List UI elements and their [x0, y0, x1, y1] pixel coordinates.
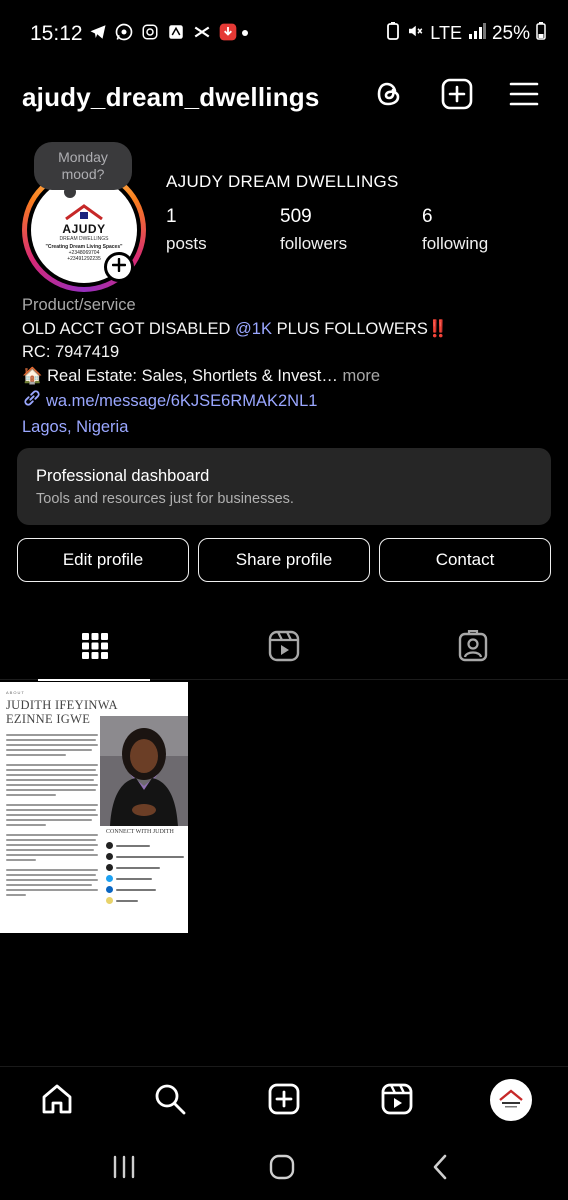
reels-icon [268, 630, 300, 667]
bio-link[interactable]: wa.me/message/6KJSE6RMAK2NL1 [22, 388, 552, 416]
bio-more-link[interactable]: more [342, 367, 380, 385]
back-button[interactable] [420, 1152, 460, 1186]
bio-link-text: wa.me/message/6KJSE6RMAK2NL1 [46, 392, 318, 410]
home-circle-icon [269, 1154, 295, 1185]
house-logo-icon [65, 204, 103, 220]
post-contact-list [106, 840, 186, 906]
instagram-icon [140, 22, 160, 42]
post-about-label: ABOUT [6, 690, 25, 695]
more-notifications-dot [242, 30, 248, 36]
bio-line-3: 🏠 Real Estate: Sales, Shortlets & Invest… [22, 366, 381, 385]
back-chevron-icon [430, 1154, 450, 1185]
bio-location[interactable]: Lagos, Nigeria [22, 416, 552, 440]
house-logo-icon [499, 1089, 523, 1101]
professional-dashboard[interactable]: Professional dashboard Tools and resourc… [17, 448, 551, 525]
share-profile-button[interactable]: Share profile [198, 538, 370, 582]
reels-icon [381, 1083, 413, 1120]
nav-home[interactable] [37, 1081, 77, 1121]
battery-saver-icon [386, 22, 400, 45]
avatar-brand: AJUDY [62, 222, 106, 236]
add-story-button[interactable] [104, 252, 134, 282]
bio-mention[interactable]: @1K [235, 320, 272, 338]
nav-profile-avatar[interactable] [490, 1079, 532, 1121]
plus-square-icon [441, 78, 473, 115]
post-thumbnail[interactable]: ABOUT JUDITH IFEYINWA EZINNE IGWE CONNEC… [0, 682, 188, 933]
bio-line-2: RC: 7947419 [22, 343, 120, 361]
search-icon [153, 1082, 187, 1121]
threads-icon [374, 79, 404, 114]
posts-label: posts [166, 234, 207, 253]
plus-icon [111, 257, 127, 277]
tagged-user-icon [457, 629, 489, 667]
system-navigation [0, 1134, 568, 1200]
bio: Product/service OLD ACCT GOT DISABLED @1… [22, 294, 552, 439]
following-count: 6 [422, 206, 433, 227]
followers-label: followers [280, 234, 348, 253]
signal-icon [468, 23, 486, 44]
nav-search[interactable] [150, 1081, 190, 1121]
active-tab-indicator [38, 679, 150, 681]
grid-icon [81, 632, 109, 665]
notification-icons [88, 22, 238, 42]
post-contact-title: CONNECT WITH JUDITH [106, 829, 174, 835]
nav-create[interactable] [264, 1081, 304, 1121]
stat-following[interactable]: 6 following [422, 206, 488, 254]
tab-grid[interactable] [0, 616, 189, 681]
link-icon [22, 388, 42, 416]
tab-tagged[interactable] [378, 616, 567, 680]
capcut-icon [192, 22, 212, 42]
profile-header: ajudy_dream_dwellings [0, 68, 568, 126]
create-button[interactable] [437, 76, 477, 116]
app-icon [166, 22, 186, 42]
stat-followers[interactable]: 509 followers [280, 206, 347, 254]
bottom-navigation [0, 1066, 568, 1134]
recent-apps-icon [111, 1155, 137, 1184]
network-label: LTE [430, 23, 462, 43]
status-bar: 15:12 LTE 25% [0, 0, 568, 68]
double-exclamation-emoji: ‼️ [427, 319, 449, 338]
dashboard-title: Professional dashboard [36, 467, 210, 485]
avatar-phone: +23491292235 [67, 256, 101, 262]
post-portrait-photo [100, 716, 188, 826]
hamburger-menu-icon [509, 81, 539, 112]
home-button[interactable] [262, 1152, 302, 1186]
home-icon [40, 1082, 74, 1121]
logo-text-lines [502, 1102, 520, 1108]
plus-square-icon [268, 1083, 300, 1120]
battery-icon [536, 22, 546, 45]
status-time: 15:12 [30, 22, 83, 45]
recent-apps-button[interactable] [104, 1152, 144, 1186]
tab-reels[interactable] [189, 616, 378, 680]
bio-line-1: OLD ACCT GOT DISABLED @1K PLUS FOLLOWERS… [22, 319, 449, 338]
note-bubble[interactable]: Monday mood? [34, 142, 132, 198]
whatsapp-icon [114, 22, 134, 42]
avatar-sub: DREAM DWELLINGS [59, 236, 109, 242]
system-status: LTE 25% [386, 22, 546, 45]
note-text: Monday mood? [58, 149, 108, 182]
menu-button[interactable] [504, 76, 544, 116]
mute-icon [406, 22, 424, 45]
display-name: AJUDY DREAM DWELLINGS [166, 172, 399, 191]
house-emoji: 🏠 [22, 366, 43, 385]
contact-button[interactable]: Contact [379, 538, 551, 582]
threads-button[interactable] [369, 76, 409, 116]
bio-category: Product/service [22, 296, 136, 314]
posts-count: 1 [166, 206, 177, 227]
post-body-text [6, 734, 98, 899]
nav-reels[interactable] [377, 1081, 417, 1121]
stat-posts[interactable]: 1 posts [166, 206, 207, 254]
dashboard-subtitle: Tools and resources just for businesses. [36, 491, 294, 507]
followers-count: 509 [280, 206, 312, 227]
following-label: following [422, 234, 489, 253]
telegram-icon [88, 22, 108, 42]
download-icon [218, 22, 238, 42]
battery-percent: 25% [491, 22, 530, 44]
username[interactable]: ajudy_dream_dwellings [22, 82, 320, 113]
edit-profile-button[interactable]: Edit profile [17, 538, 189, 582]
profile-tabs [0, 616, 568, 681]
